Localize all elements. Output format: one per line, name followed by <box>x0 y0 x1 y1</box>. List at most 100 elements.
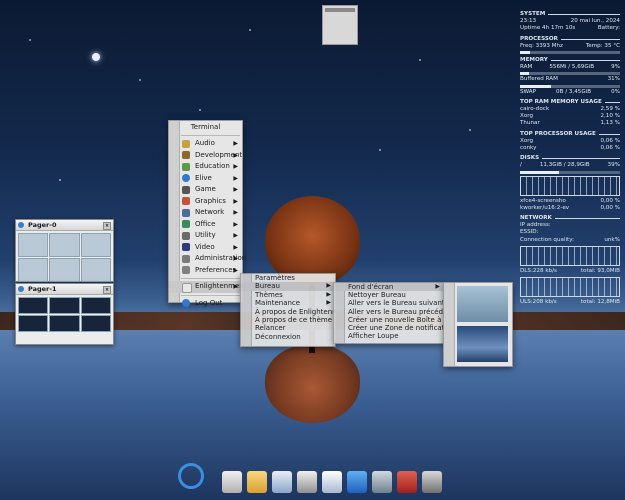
menu-item-restart[interactable]: Relancer <box>241 324 335 332</box>
desktop-cell[interactable] <box>18 233 49 257</box>
menu-item-parametres[interactable]: Paramètres <box>241 274 335 282</box>
bureau-submenu[interactable]: Fond d'écran ▶ Nettoyer Bureau Aller vers… <box>333 282 466 344</box>
ram-value: 556Mi / 5,69GiB <box>549 64 595 71</box>
trash-icon[interactable] <box>422 471 442 493</box>
menu-item-clean-desktop[interactable]: Nettoyer Bureau <box>334 291 444 299</box>
home-icon[interactable] <box>222 471 242 493</box>
desktop-cell[interactable] <box>80 233 111 257</box>
desktop-cell[interactable] <box>18 297 49 314</box>
menu-item-label: Office <box>195 219 216 228</box>
menu-item-enlightenment[interactable]: Enlightenment ▶ <box>169 281 246 293</box>
menu-item-new-iconbox[interactable]: Créer une nouvelle Boîte à icônes <box>334 316 466 324</box>
date: 20 mai lun., 2024 <box>570 18 620 25</box>
desktop-cell[interactable] <box>49 297 80 314</box>
upload-total: total: 12,8MiB <box>580 299 620 306</box>
wifi-icon[interactable] <box>347 471 367 493</box>
proc-name: kworker/u16:2-ev <box>520 204 570 211</box>
pager-1-titlebar[interactable]: Pager-1 × <box>16 284 113 295</box>
elive-logo-icon[interactable] <box>178 463 204 489</box>
top-proc-name: conky <box>520 145 537 152</box>
download-speed: DLS:228 kb/s <box>520 267 557 274</box>
desktop-cell[interactable] <box>18 315 49 332</box>
menu-item-new-systray[interactable]: Créer une Zone de notification <box>334 324 455 332</box>
disk-value: 11,3GiB / 28,9GiB <box>539 162 590 169</box>
wallpaper-submenu[interactable] <box>443 282 513 367</box>
desktop-cell[interactable] <box>80 258 111 282</box>
enlightenment-submenu[interactable]: Paramètres Bureau ▶ Thèmes ▶ Maintenance ▶ … <box>240 273 350 347</box>
close-icon[interactable]: × <box>103 222 111 230</box>
close-icon[interactable]: × <box>103 286 111 294</box>
menu-item-logout[interactable]: Déconnexion <box>241 333 335 341</box>
office-icon <box>182 220 190 228</box>
text-editor-icon[interactable] <box>272 471 292 493</box>
pager-0-titlebar[interactable]: Pager-0 × <box>16 220 113 231</box>
separator <box>181 135 240 136</box>
uptime: Uptime 4h 17m 10s <box>520 25 576 32</box>
logout-icon[interactable] <box>397 471 417 493</box>
window-thumbnail[interactable] <box>322 5 358 45</box>
ram-bar <box>520 72 620 76</box>
video-icon <box>182 243 190 251</box>
pager-0-title: Pager-0 <box>28 221 57 229</box>
top-proc-value: 0,06 % <box>600 145 620 152</box>
volume-icon[interactable] <box>297 471 317 493</box>
menu-item-game[interactable]: Game ▶ <box>169 184 242 196</box>
desktop-cell[interactable] <box>18 258 49 282</box>
menu-item-video[interactable]: Video ▶ <box>169 242 242 254</box>
network-heading: NETWORK <box>520 215 620 222</box>
menu-item-label: Education <box>195 162 230 170</box>
menu-item-next-desktop[interactable]: Aller vers le Bureau suivant <box>334 299 445 307</box>
moon <box>92 53 100 61</box>
upload-speed: ULS:208 kb/s <box>520 299 557 306</box>
menu-item-audio[interactable]: Audio ▶ <box>169 138 242 150</box>
monitor-icon[interactable] <box>372 471 392 493</box>
administration-icon <box>182 254 190 263</box>
menu-item-label: Enlightenment <box>195 282 247 290</box>
buffered-label: Buffered RAM <box>520 76 558 83</box>
menu-side-bar <box>444 283 455 366</box>
desktop-cell[interactable] <box>49 233 80 257</box>
utility-icon <box>182 231 190 240</box>
system-heading: SYSTEM <box>520 11 620 18</box>
menu-item-wallpaper[interactable]: Fond d'écran ▶ <box>334 283 444 292</box>
menu-item-graphics[interactable]: Graphics ▶ <box>169 196 242 208</box>
processor-heading: PROCESSOR <box>520 36 620 43</box>
menu-item-show-magnifier[interactable]: Afficher Loupe <box>334 332 444 340</box>
wallpaper-thumbnail[interactable] <box>457 326 508 362</box>
disk-bar <box>520 170 620 174</box>
menu-item-preferences[interactable]: Preferences ▶ <box>169 265 242 277</box>
menu-item-about-enlightenment[interactable]: À propos de Enlightenment <box>241 308 350 316</box>
menu-item-office[interactable]: Office ▶ <box>169 219 242 231</box>
wallpaper-thumbnail[interactable] <box>457 286 508 322</box>
tree-reflection <box>265 345 360 423</box>
top-ram-heading: TOP RAM MEMORY USAGE <box>520 99 620 106</box>
desktop-cell[interactable] <box>49 315 80 332</box>
pager-1-window[interactable]: Pager-1 × <box>15 283 114 345</box>
menu-item-development[interactable]: Development ▶ <box>169 150 242 162</box>
menu-item-label: Elive <box>195 173 212 182</box>
menu-item-bureau[interactable]: Bureau ▶ <box>241 282 335 291</box>
menu-item-about-theme[interactable]: À propos de ce thème <box>241 316 335 324</box>
buffered-bar <box>520 84 620 88</box>
desktop-cell[interactable] <box>80 297 111 314</box>
elive-icon <box>182 174 190 182</box>
menu-item-administration[interactable]: Administration ▶ <box>169 253 246 265</box>
menu-item-network[interactable]: Network ▶ <box>169 207 242 219</box>
pager-0-window[interactable]: Pager-0 × <box>15 219 114 282</box>
main-menu[interactable]: Terminal Audio ▶ Development ▶ Education ▶ … <box>168 120 246 307</box>
conky-panel: SYSTEM 23:13 20 mai lun., 2024 Uptime 4h … <box>520 8 620 306</box>
connection-quality: Connection quality: <box>520 236 575 243</box>
menu-item-themes[interactable]: Thèmes ▶ <box>241 291 335 299</box>
menu-item-education[interactable]: Education ▶ <box>169 161 242 173</box>
top-proc-value: 0,06 % <box>600 137 620 144</box>
menu-item-previous-desktop[interactable]: Aller vers le Bureau précédent <box>334 308 455 316</box>
folder-icon[interactable] <box>247 471 267 493</box>
menu-item-utility[interactable]: Utility ▶ <box>169 230 242 242</box>
menu-item-label: Administration <box>195 254 247 262</box>
desktop-cell[interactable] <box>49 258 80 282</box>
desktop-cell[interactable] <box>80 315 111 332</box>
files-icon[interactable] <box>322 471 342 493</box>
menu-item-elive[interactable]: Elive ▶ <box>169 173 242 185</box>
menu-item-maintenance[interactable]: Maintenance ▶ <box>241 299 335 307</box>
menu-item-logout[interactable]: Log Out <box>169 298 242 310</box>
